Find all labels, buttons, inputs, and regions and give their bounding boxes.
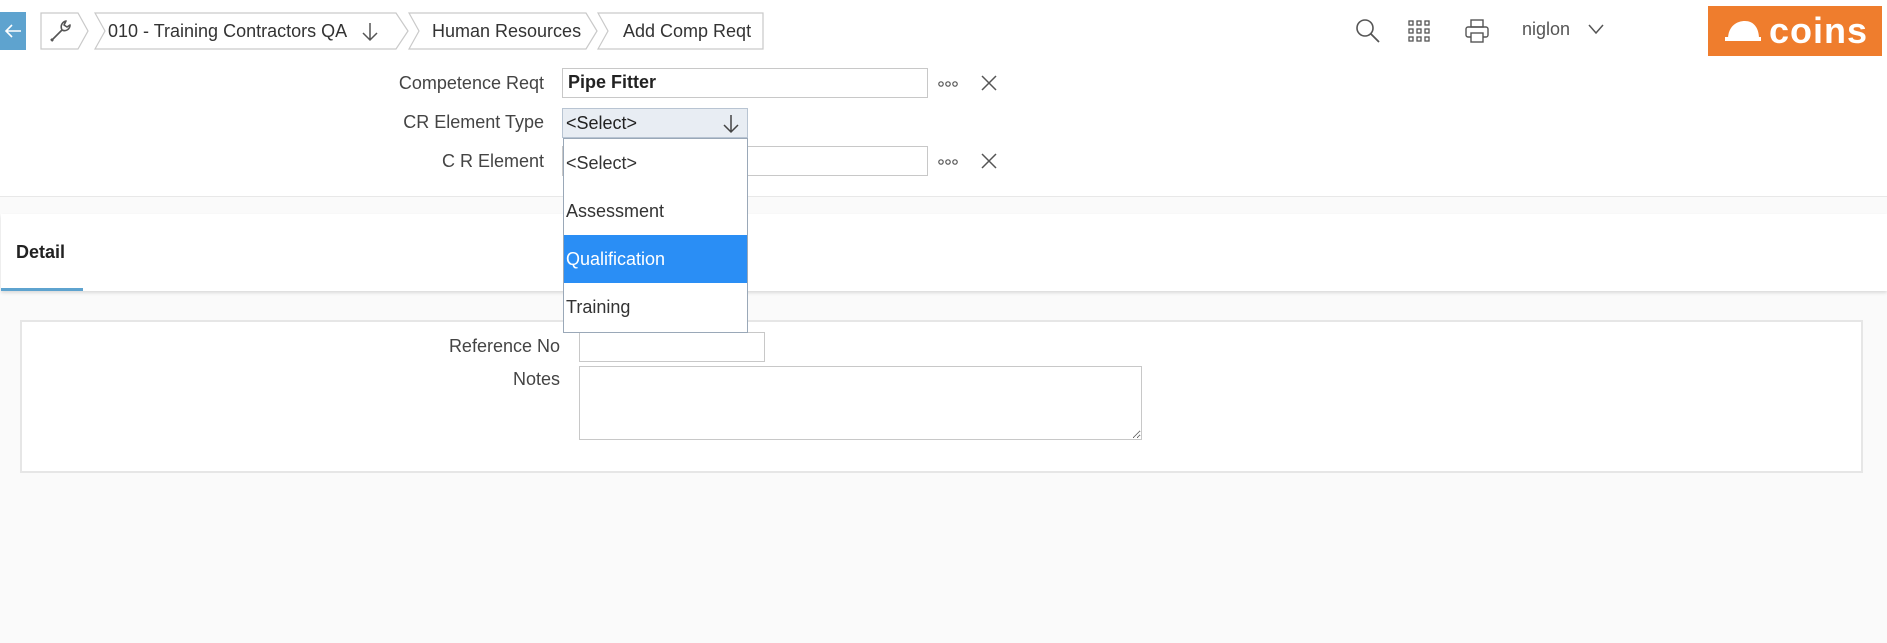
search-button[interactable] — [1353, 16, 1383, 46]
reference-no-input[interactable] — [579, 332, 765, 362]
print-button[interactable] — [1462, 16, 1492, 46]
tab-detail[interactable]: Detail — [1, 214, 83, 291]
ellipsis-icon[interactable] — [937, 157, 959, 167]
search-icon — [1356, 19, 1380, 43]
back-button[interactable] — [0, 12, 26, 50]
cr-element-type-select[interactable]: <Select> — [562, 108, 748, 138]
chevron-down-icon — [723, 115, 739, 134]
cr-element-type-label: CR Element Type — [403, 112, 544, 132]
dropdown-option-assessment[interactable]: Assessment — [564, 187, 747, 235]
tab-detail-label: Detail — [16, 242, 66, 262]
chevron-down-icon — [362, 23, 378, 42]
notes-label: Notes — [512, 369, 560, 389]
apps-grid-icon — [1408, 20, 1430, 42]
reference-no-label: Reference No — [448, 336, 560, 356]
coins-logo: coins — [1708, 6, 1882, 56]
breadcrumb-company[interactable]: 010 - Training Contractors QA — [94, 12, 410, 50]
breadcrumb-company-label: 010 - Training Contractors QA — [108, 20, 348, 41]
apps-button[interactable] — [1404, 16, 1434, 46]
logo-text: coins — [1768, 10, 1868, 51]
cr-element-label: C R Element — [441, 151, 544, 171]
breadcrumb-current-label: Add Comp Reqt — [623, 20, 752, 41]
dropdown-option-training[interactable]: Training — [564, 283, 747, 331]
clear-icon[interactable] — [980, 74, 998, 92]
wrench-icon — [50, 20, 71, 42]
ellipsis-icon[interactable] — [937, 79, 959, 89]
clear-icon[interactable] — [980, 152, 998, 170]
printer-icon — [1465, 19, 1489, 43]
dropdown-option-qualification[interactable]: Qualification — [564, 235, 747, 283]
tools-crumb[interactable] — [40, 12, 90, 50]
active-tab-indicator — [1, 288, 83, 291]
breadcrumb-current: Add Comp Reqt — [597, 12, 764, 50]
user-name[interactable]: niglon — [1522, 19, 1570, 40]
competence-reqt-label: Competence Reqt — [398, 73, 544, 93]
top-area: 010 - Training Contractors QA Human Reso… — [0, 0, 1887, 197]
tab-bar: Detail — [1, 214, 1887, 291]
cr-element-type-dropdown: <Select> Assessment Qualification Traini… — [563, 138, 748, 333]
chevron-down-icon[interactable] — [1587, 22, 1605, 36]
dropdown-option-select[interactable]: <Select> — [564, 139, 747, 187]
breadcrumb-module[interactable]: Human Resources — [408, 12, 598, 50]
breadcrumb-module-label: Human Resources — [432, 20, 582, 41]
notes-textarea[interactable] — [579, 366, 1142, 440]
hard-hat-icon — [1724, 21, 1761, 41]
cr-element-type-value: <Select> — [566, 113, 638, 133]
back-arrow-icon — [4, 24, 21, 38]
competence-reqt-input[interactable]: Pipe Fitter — [562, 68, 928, 98]
